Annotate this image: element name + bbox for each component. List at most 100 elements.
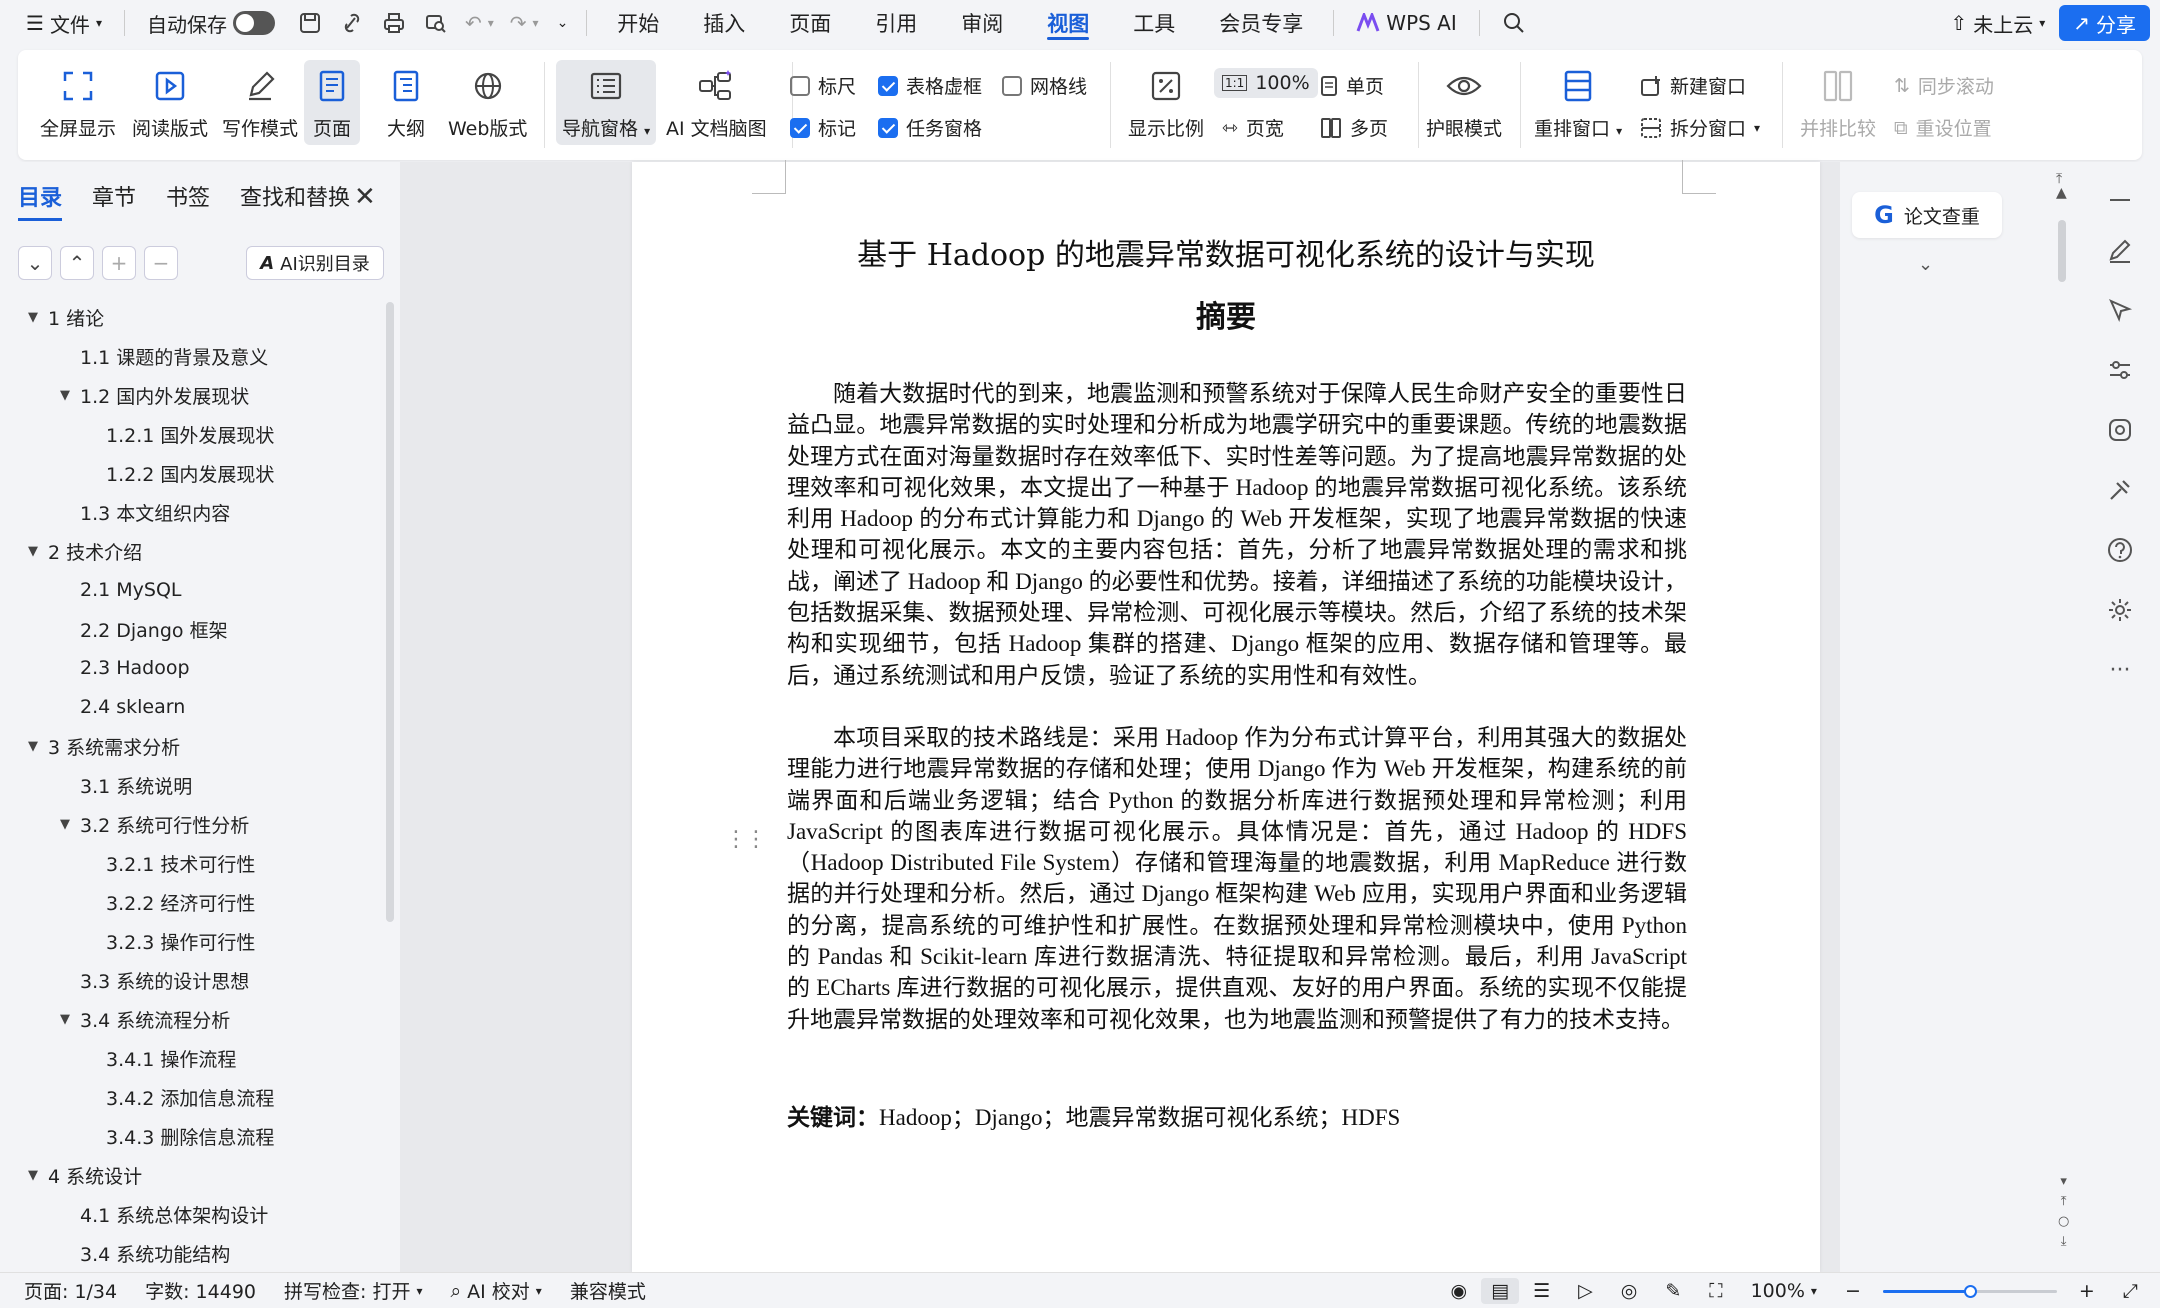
toggle-switch[interactable] [232, 11, 275, 35]
gridlines-checkbox[interactable]: 网格线 [1002, 72, 1087, 99]
page-view-button[interactable]: 页面 [304, 60, 360, 145]
tools-icon[interactable] [2102, 472, 2138, 508]
close-icon[interactable]: ✕ [354, 182, 376, 212]
toc-item[interactable]: 3.4.2 添加信息流程 [106, 1082, 274, 1112]
toc-item[interactable]: 3.2.1 技术可行性 [106, 848, 255, 878]
checkbox-checked[interactable] [878, 75, 898, 96]
task-pane-checkbox[interactable]: 任务窗格 [878, 114, 982, 141]
share-button[interactable]: ↗ 分享 [2059, 5, 2150, 41]
toc-item[interactable]: 1.2.2 国内发展现状 [106, 458, 274, 488]
sliders-icon[interactable] [2102, 352, 2138, 388]
page-count[interactable]: 页面: 1/34 [0, 1277, 131, 1304]
tab-find-replace[interactable]: 查找和替换 [240, 180, 350, 221]
expand-arrow-icon[interactable]: ▼ [56, 388, 74, 403]
remove-heading-button[interactable]: − [144, 246, 178, 280]
toc-item[interactable]: 3.2.2 经济可行性 [106, 887, 255, 917]
tab-chapters[interactable]: 章节 [92, 180, 136, 221]
chevron-down-icon[interactable]: ⌄ [1918, 254, 1933, 275]
expand-arrow-icon[interactable]: ▼ [24, 544, 42, 559]
nav-pane-button[interactable]: 导航窗格 ▾ [556, 60, 657, 145]
help-icon[interactable] [2102, 532, 2138, 568]
essay-check-button[interactable]: G 论文查重 [1852, 192, 2002, 238]
web-view-globe-icon[interactable]: ◎ [1607, 1280, 1652, 1302]
single-page-button[interactable]: 单页 [1320, 72, 1384, 99]
toc-item[interactable]: 2.1 MySQL [80, 575, 182, 605]
tab-tools[interactable]: 工具 [1111, 0, 1197, 46]
fullscreen-icon[interactable]: ⤢ [2109, 1280, 2160, 1302]
multi-page-button[interactable]: 多页 [1320, 114, 1388, 141]
expand-arrow-icon[interactable]: ▼ [56, 1012, 74, 1027]
pane-scroll-top-icon[interactable]: ⤒ ▲ [2056, 172, 2067, 200]
zoom-in-icon[interactable]: + [2065, 1280, 2109, 1302]
select-cursor-icon[interactable] [2102, 292, 2138, 328]
toc-item[interactable]: ▼ 2 技术介绍 [24, 536, 142, 566]
tab-review[interactable]: 审阅 [939, 0, 1025, 46]
zoom-100-button[interactable]: 1:1 100% [1214, 68, 1318, 98]
reset-position-button[interactable]: ⧉ 重设位置 [1894, 114, 1992, 141]
minimize-icon[interactable] [2102, 182, 2138, 218]
search-icon[interactable] [1488, 0, 1540, 46]
checkbox-checked[interactable] [790, 117, 810, 138]
fullscreen-button[interactable]: 全屏显示 [40, 64, 116, 141]
print-icon[interactable] [373, 0, 415, 46]
toc-item[interactable]: 1.2.1 国外发展现状 [106, 419, 274, 449]
toc-item[interactable]: 1.3 本文组织内容 [80, 497, 230, 527]
tab-page[interactable]: 页面 [767, 0, 853, 46]
outline-view-icon[interactable]: ☰ [1519, 1280, 1564, 1302]
toc-item[interactable]: ▼ 1 绪论 [24, 302, 104, 332]
shape-style-icon[interactable] [2102, 412, 2138, 448]
word-count[interactable]: 字数: 14490 [131, 1277, 270, 1304]
zoom-ratio-button[interactable]: 显示比例 [1128, 64, 1204, 141]
settings-gear-icon[interactable] [2102, 592, 2138, 628]
zoom-slider-thumb[interactable] [1963, 1284, 1977, 1298]
toc-item[interactable]: 2.2 Django 框架 [80, 614, 228, 644]
toc-item[interactable]: 4.1 系统总体架构设计 [80, 1199, 268, 1229]
document-page[interactable]: 基于 Hadoop 的地震异常数据可视化系统的设计与实现 摘要 随着大数据时代的… [632, 160, 1820, 1272]
zoom-slider[interactable] [1875, 1281, 2065, 1301]
more-chevron-icon[interactable]: ⌄ [547, 0, 579, 46]
new-window-button[interactable]: 新建窗口 [1640, 72, 1746, 99]
autosave-toggle[interactable]: 自动保存 [133, 0, 289, 46]
save-icon[interactable] [289, 0, 331, 46]
toc-item[interactable]: 1.1 课题的背景及意义 [80, 341, 268, 371]
undo-icon[interactable]: ↶ ▾ [457, 0, 502, 46]
split-window-button[interactable]: 拆分窗口 ▾ [1640, 114, 1760, 141]
collapse-button[interactable]: ⌄ [18, 246, 52, 280]
page-width-button[interactable]: ⇿ 页宽 [1222, 114, 1284, 141]
zoom-select[interactable]: 100% ▾ [1737, 1280, 1831, 1302]
reading-layout-button[interactable]: 阅读版式 [132, 64, 208, 141]
more-icon[interactable]: ··· [2102, 652, 2138, 688]
tab-toc[interactable]: 目录 [18, 180, 63, 221]
print-preview-icon[interactable] [415, 0, 457, 46]
tab-member[interactable]: 会员专享 [1197, 0, 1325, 46]
eye-mode-button[interactable]: 护眼模式 [1426, 64, 1502, 141]
expand-arrow-icon[interactable]: ▼ [24, 310, 42, 325]
toc-item[interactable]: ▼ 3.2 系统可行性分析 [56, 809, 249, 839]
share-link-icon[interactable] [331, 0, 373, 46]
marks-checkbox[interactable]: 标记 [790, 114, 856, 141]
zoom-out-icon[interactable]: − [1831, 1280, 1875, 1302]
sync-scroll-button[interactable]: ⇅ 同步滚动 [1894, 72, 1994, 99]
toc-item[interactable]: 3.1 系统说明 [80, 770, 192, 800]
tab-references[interactable]: 引用 [853, 0, 939, 46]
wps-ai-button[interactable]: WPS AI [1342, 0, 1470, 46]
tab-view[interactable]: 视图 [1025, 0, 1111, 46]
ai-proofread-button[interactable]: ⌕ AI 校对 ▾ [436, 1277, 555, 1304]
drag-handle-icon[interactable]: ⋮⋮ [725, 827, 767, 852]
toc-item[interactable]: 2.4 sklearn [80, 692, 185, 722]
checkbox-checked[interactable] [878, 117, 898, 138]
play-icon[interactable]: ▷ [1564, 1280, 1607, 1302]
toc-item[interactable]: ▼ 4 系统设计 [24, 1160, 142, 1190]
file-menu[interactable]: ☰ 文件 ▾ [0, 0, 116, 46]
expand-button[interactable]: ⌃ [60, 246, 94, 280]
pane-scrollbar[interactable] [2058, 220, 2066, 282]
toc-item[interactable]: 3.4 系统功能结构 [80, 1238, 230, 1268]
add-heading-button[interactable]: + [102, 246, 136, 280]
expand-arrow-icon[interactable]: ▼ [56, 817, 74, 832]
tab-insert[interactable]: 插入 [681, 0, 767, 46]
eye-icon[interactable]: ◉ [1437, 1280, 1482, 1302]
fit-page-icon[interactable]: ⛶ [1695, 1280, 1736, 1302]
ai-toc-button[interactable]: A AI识别目录 [246, 246, 384, 280]
checkbox[interactable] [790, 75, 810, 96]
edit-pen-icon[interactable] [2102, 232, 2138, 268]
